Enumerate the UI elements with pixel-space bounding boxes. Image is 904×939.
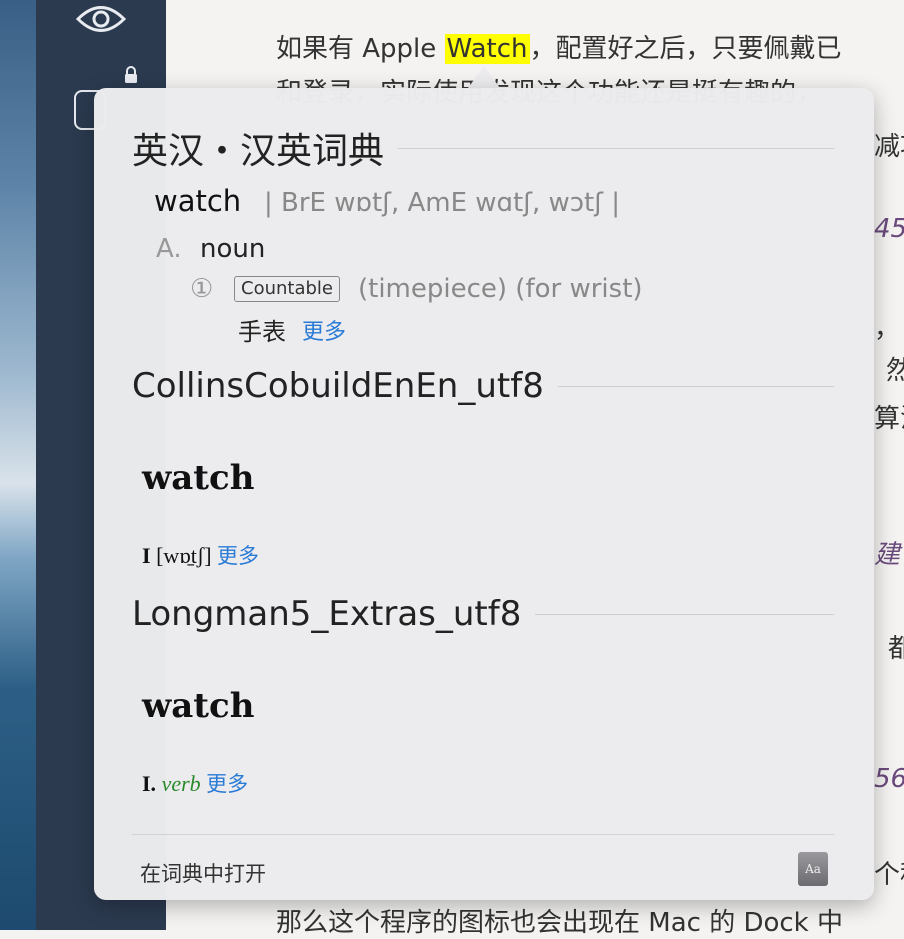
article-fragment: 然 [886,356,904,386]
pos-letter: A. [156,234,182,264]
translation: 手表 [238,318,286,346]
part-of-speech: noun [200,234,266,264]
popover-pointer [468,66,500,88]
pronunciation: [wɒ̱tʃ] [156,543,212,568]
eye-icon[interactable] [76,2,126,36]
article-fragment: 减功 [874,132,904,162]
article-line-1: 如果有 Apple Watch，配置好之后，只要佩戴已 [276,28,842,65]
section-title: 英汉・汉英词典 [132,131,385,172]
divider [398,147,834,149]
part-of-speech: verb [161,771,201,796]
article-fragment: 个程 [874,860,904,890]
sense-gloss: (timepiece) (for wrist) [358,274,643,304]
article-fragment: 算法 [874,404,904,434]
more-link[interactable]: 更多 [217,544,259,568]
divider [535,613,834,615]
article-fragment: 建议 [874,540,904,570]
entry-line: I. verb 更多 [142,768,248,798]
article-fragment: 45 [874,214,904,244]
dictionary-book-icon[interactable]: Aa [798,852,828,886]
entry-line: I [wɒ̱tʃ] 更多 [142,540,259,570]
article-line-bottom: 那么这个程序的图标也会出现在 Mac 的 Dock 中 [276,908,843,938]
roman-numeral: I. [142,771,157,796]
footer-divider [132,834,834,835]
roman-numeral: I [142,543,151,568]
article-text: 如果有 Apple [276,34,445,64]
article-fragment: ， [874,314,901,344]
pronunciation: | BrE wɒtʃ, AmE wɑtʃ, wɔtʃ | [264,188,621,218]
more-link[interactable]: 更多 [206,772,248,796]
section-header-ec: 英汉・汉英词典 [132,122,834,174]
more-link[interactable]: 更多 [302,314,346,346]
divider [557,385,834,387]
section-header-longman: Longman5_Extras_utf8 [132,594,834,634]
section-title: CollinsCobuildEnEn_utf8 [132,366,544,406]
section-header-collins: CollinsCobuildEnEn_utf8 [132,366,834,406]
headword: watch [154,184,242,218]
article-fragment: 56 [874,764,904,794]
wallpaper-strip [0,0,36,930]
lock-icon [125,66,137,83]
article-fragment: 都 [888,634,904,664]
section-title: Longman5_Extras_utf8 [132,594,522,634]
headword: watch [142,686,255,726]
open-in-dictionary-button[interactable]: 在词典中打开 [140,858,266,888]
sense-number: ① [190,274,214,304]
article-text: ，配置好之后，只要佩戴已 [529,34,842,64]
dictionary-popover: 英汉・汉英词典 watch | BrE wɒtʃ, AmE wɑtʃ, wɔtʃ… [94,88,874,900]
grammar-tag: Countable [234,276,340,302]
highlighted-word[interactable]: Watch [444,34,530,64]
headword: watch [142,458,255,498]
